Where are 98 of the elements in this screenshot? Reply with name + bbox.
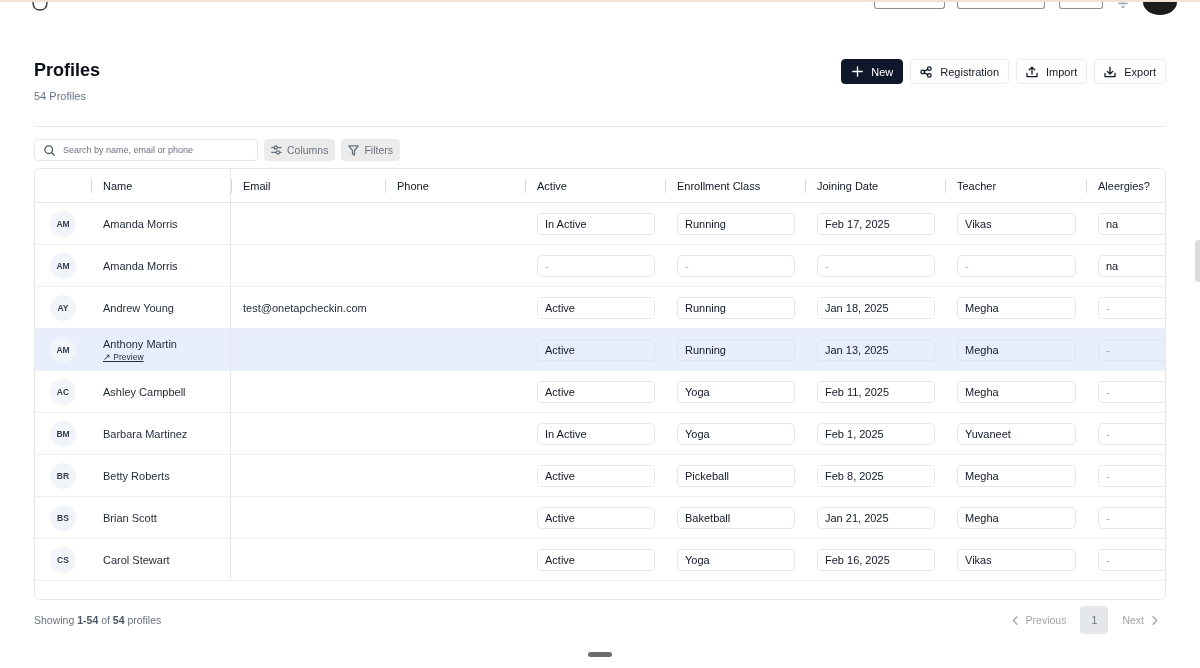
columns-button[interactable]: Columns <box>264 139 336 161</box>
class-field[interactable]: Running <box>677 296 795 319</box>
teacher-field[interactable]: Megha <box>957 380 1076 403</box>
date-field[interactable]: Feb 1, 2025 <box>817 422 935 445</box>
class-field[interactable]: Running <box>677 212 795 235</box>
status-field[interactable]: Active <box>537 464 655 487</box>
page-button[interactable]: 1 <box>1080 606 1109 634</box>
allergies-field[interactable]: na <box>1098 212 1165 235</box>
column-header[interactable]: Joining Date <box>817 179 879 192</box>
table-row[interactable]: BM Barbara Martinez In Active Yoga Feb 1, 2025 Yuvaneet - <box>35 413 1165 455</box>
class-field[interactable]: Running <box>677 338 795 361</box>
allergies-field[interactable]: na <box>1098 254 1165 277</box>
profile-name: Amanda Morris <box>103 259 178 272</box>
upload-icon <box>1026 65 1038 78</box>
results-summary: Showing 1-54 of 54 profiles <box>34 614 162 626</box>
avatar-initials: AM <box>50 336 76 363</box>
profile-name: Carol Stewart <box>103 553 170 566</box>
date-field[interactable]: Feb 16, 2025 <box>817 548 935 571</box>
teacher-field[interactable]: Vikas <box>957 212 1076 235</box>
class-field[interactable]: Baketball <box>677 506 795 529</box>
date-field[interactable]: Jan 13, 2025 <box>817 338 935 361</box>
plus-icon <box>852 66 864 77</box>
teacher-field[interactable]: Megha <box>957 338 1076 361</box>
status-field[interactable]: In Active <box>537 422 655 445</box>
avatar-initials: AM <box>50 210 76 237</box>
sliders-icon <box>271 145 282 155</box>
search-field[interactable]: Search by name, email or phone <box>34 139 258 161</box>
logo-icon <box>32 2 48 11</box>
table-row[interactable]: CS Carol Stewart Active Yoga Feb 16, 2025 Vikas - <box>35 539 1165 581</box>
profile-name: Andrew Young <box>103 301 174 314</box>
export-button[interactable]: Export <box>1094 59 1166 84</box>
filters-button[interactable]: Filters <box>341 139 401 161</box>
search-icon <box>44 144 55 156</box>
teacher-field[interactable]: Vikas <box>957 548 1076 571</box>
column-header[interactable]: Active <box>537 179 567 192</box>
date-field[interactable]: Jan 18, 2025 <box>817 296 935 319</box>
header-button[interactable] <box>874 2 945 9</box>
page-title: Profiles <box>34 59 101 81</box>
column-header[interactable]: Name <box>103 179 133 192</box>
date-field[interactable]: Jan 21, 2025 <box>817 506 935 529</box>
class-field[interactable]: Yoga <box>677 548 795 571</box>
class-field[interactable]: Yoga <box>677 380 795 403</box>
table-row[interactable]: AM Amanda Morris In Active Running Feb 17, 2025 Vikas na <box>35 203 1165 245</box>
teacher-field[interactable]: Yuvaneet <box>957 422 1076 445</box>
status-field[interactable]: Active <box>537 380 655 403</box>
column-header[interactable]: Aleergies? <box>1098 179 1150 192</box>
column-header[interactable]: Enrollment Class <box>677 179 761 192</box>
bell-icon <box>1118 2 1128 8</box>
status-field[interactable]: Active <box>537 338 655 361</box>
status-field[interactable]: Active <box>537 296 655 319</box>
profile-name: Barbara Martinez <box>103 427 188 440</box>
status-field[interactable]: In Active <box>537 212 655 235</box>
table-row[interactable]: BS Brian Scott Active Baketball Jan 21, 2025 Megha - <box>35 497 1165 539</box>
download-icon <box>1104 65 1117 78</box>
class-field[interactable]: Pickeball <box>677 464 795 487</box>
scroll-handle[interactable] <box>1195 240 1200 282</box>
profile-name: Brian Scott <box>103 511 157 524</box>
avatar-initials: BS <box>50 504 76 531</box>
share-icon <box>920 65 933 78</box>
avatar-initials: AM <box>50 252 76 279</box>
header-button[interactable] <box>1059 2 1103 9</box>
date-field[interactable]: Feb 8, 2025 <box>817 464 935 487</box>
email-address: test@onetapcheckin.com <box>243 301 367 314</box>
registration-button[interactable]: Registration <box>910 59 1009 84</box>
table-row[interactable]: AC Ashley Campbell Active Yoga Feb 11, 2025 Megha - <box>35 371 1165 413</box>
class-field[interactable]: Yoga <box>677 422 795 445</box>
column-header[interactable]: Email <box>243 179 271 192</box>
status-field[interactable]: Active <box>537 548 655 571</box>
avatar-initials: AC <box>50 378 76 405</box>
teacher-field[interactable]: Megha <box>957 464 1076 487</box>
avatar-initials: BM <box>50 420 76 447</box>
avatar-initials: BR <box>50 462 76 489</box>
filter-icon <box>348 144 360 156</box>
column-header[interactable]: Teacher <box>957 179 997 192</box>
date-field[interactable]: Feb 11, 2025 <box>817 380 935 403</box>
profile-count: 54 Profiles <box>34 89 87 103</box>
table-row[interactable]: AY Andrew Young test@onetapcheckin.com Active Running Jan 18, 2025 Megha - <box>35 287 1165 329</box>
date-field[interactable]: Feb 17, 2025 <box>817 212 935 235</box>
chevron-right-icon <box>1152 615 1158 625</box>
profile-name: Amanda Morris <box>103 217 178 230</box>
profile-name: Betty Roberts <box>103 469 170 482</box>
table-row[interactable]: BR Betty Roberts Active Pickeball Feb 8, 2025 Megha - <box>35 455 1165 497</box>
new-button[interactable]: New <box>841 59 904 84</box>
header-button[interactable] <box>957 2 1045 9</box>
profile-name: Ashley Campbell <box>103 385 186 398</box>
avatar-initials: AY <box>50 294 76 321</box>
drag-handle[interactable] <box>588 652 612 657</box>
teacher-field[interactable]: Megha <box>957 506 1076 529</box>
chevron-left-icon <box>1011 615 1018 625</box>
import-button[interactable]: Import <box>1016 59 1088 84</box>
column-header[interactable]: Phone <box>397 179 429 192</box>
teacher-field[interactable]: Megha <box>957 296 1076 319</box>
status-field[interactable]: Active <box>537 506 655 529</box>
preview-link[interactable]: ↗ Preview <box>103 351 144 362</box>
avatar-initials: CS <box>50 546 76 573</box>
table-row[interactable]: AM Amanda Morris - - - - na <box>35 245 1165 287</box>
highlighted-row[interactable]: AM Anthony Martin ↗ Preview Active Running Jan 13, 2025 Megha - <box>35 329 1165 371</box>
profile-name: Anthony Martin <box>103 337 177 350</box>
